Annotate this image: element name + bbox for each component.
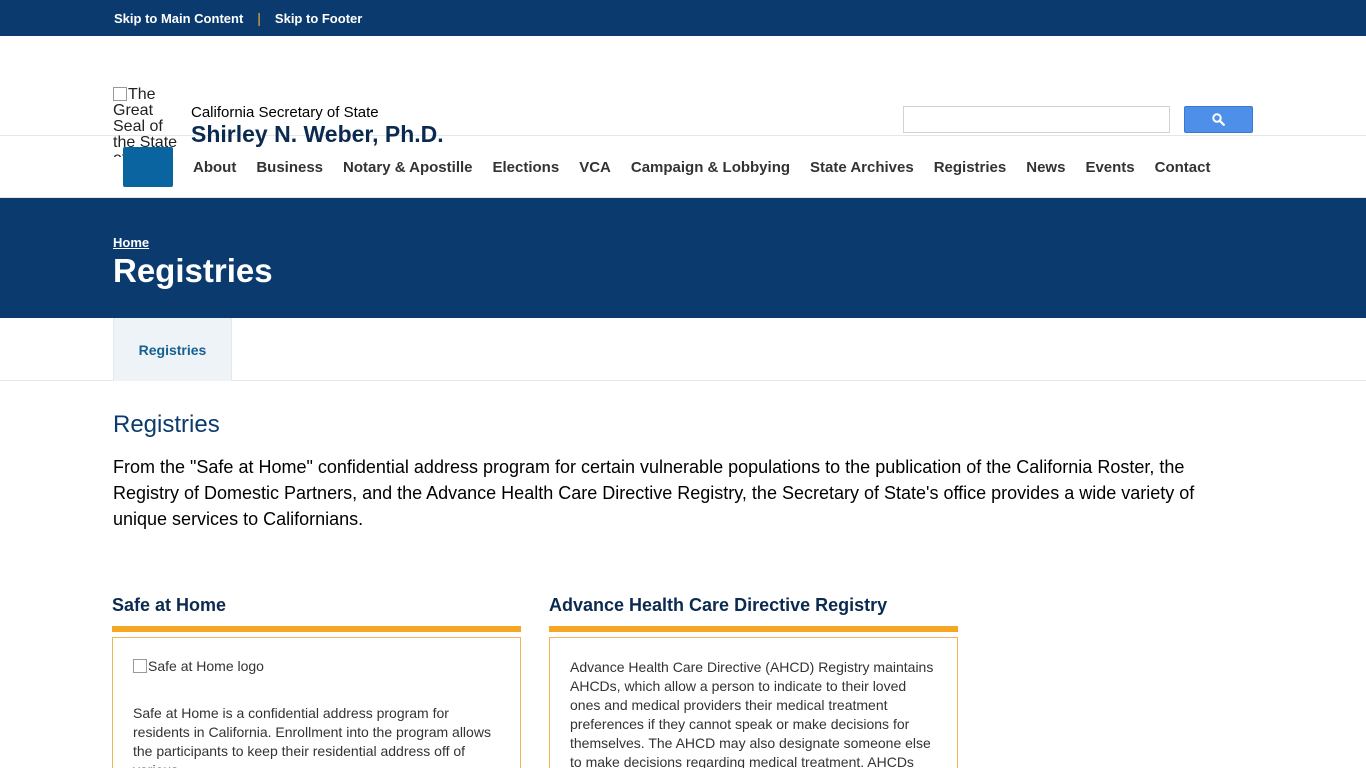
tab-registries[interactable]: Registries: [113, 318, 232, 381]
card-description: Advance Health Care Directive (AHCD) Reg…: [570, 659, 934, 768]
section-heading: Registries: [113, 411, 220, 438]
search-icon: [1212, 113, 1225, 126]
card-accent-bar: [112, 626, 521, 632]
main-navigation: About Business Notary & Apostille Electi…: [0, 136, 1366, 198]
card-ahcd-registry: Advance Health Care Directive (AHCD) Reg…: [549, 637, 958, 768]
office-name: California Secretary of State: [191, 104, 379, 121]
search-input[interactable]: [903, 106, 1170, 133]
nav-item-vca[interactable]: VCA: [569, 159, 621, 176]
nav-item-registries[interactable]: Registries: [924, 159, 1017, 176]
page-title: Registries: [113, 252, 273, 289]
page-hero: Home Registries: [0, 198, 1366, 318]
search-button[interactable]: [1184, 106, 1253, 133]
safe-at-home-logo-alt-text: Safe at Home logo: [148, 658, 264, 674]
skip-to-main-link[interactable]: Skip to Main Content: [114, 11, 243, 26]
nav-item-news[interactable]: News: [1016, 159, 1075, 176]
skip-separator: |: [257, 10, 261, 26]
nav-item-business[interactable]: Business: [246, 159, 333, 176]
nav-item-contact[interactable]: Contact: [1145, 159, 1221, 176]
card-accent-bar: [549, 626, 958, 632]
nav-menu: About Business Notary & Apostille Electi…: [183, 136, 1220, 198]
nav-item-about[interactable]: About: [183, 159, 246, 176]
card-safe-at-home: Safe at Home logo Safe at Home is a conf…: [112, 637, 521, 768]
safe-at-home-logo: Safe at Home logo: [133, 658, 500, 674]
home-icon[interactable]: [123, 147, 173, 187]
card-description: Safe at Home is a confidential address p…: [133, 705, 491, 768]
nav-item-state-archives[interactable]: State Archives: [800, 159, 924, 176]
broken-image-icon: [113, 87, 127, 101]
card-title-safe-at-home[interactable]: Safe at Home: [112, 595, 226, 616]
intro-paragraph: From the "Safe at Home" confidential add…: [113, 457, 1195, 529]
skip-bar: Skip to Main Content | Skip to Footer: [0, 0, 1366, 36]
nav-item-elections[interactable]: Elections: [483, 159, 570, 176]
nav-item-campaign-lobbying[interactable]: Campaign & Lobbying: [621, 159, 800, 176]
skip-to-footer-link[interactable]: Skip to Footer: [275, 11, 362, 26]
breadcrumb-home-link[interactable]: Home: [113, 235, 149, 250]
card-title-ahcd-registry[interactable]: Advance Health Care Directive Registry: [549, 595, 887, 616]
broken-image-icon: [133, 659, 147, 673]
nav-item-events[interactable]: Events: [1075, 159, 1144, 176]
site-header: The Great Seal of the State of Californi…: [0, 36, 1366, 157]
nav-item-notary-apostille[interactable]: Notary & Apostille: [333, 159, 482, 176]
section-subnav: Registries: [0, 318, 1366, 381]
